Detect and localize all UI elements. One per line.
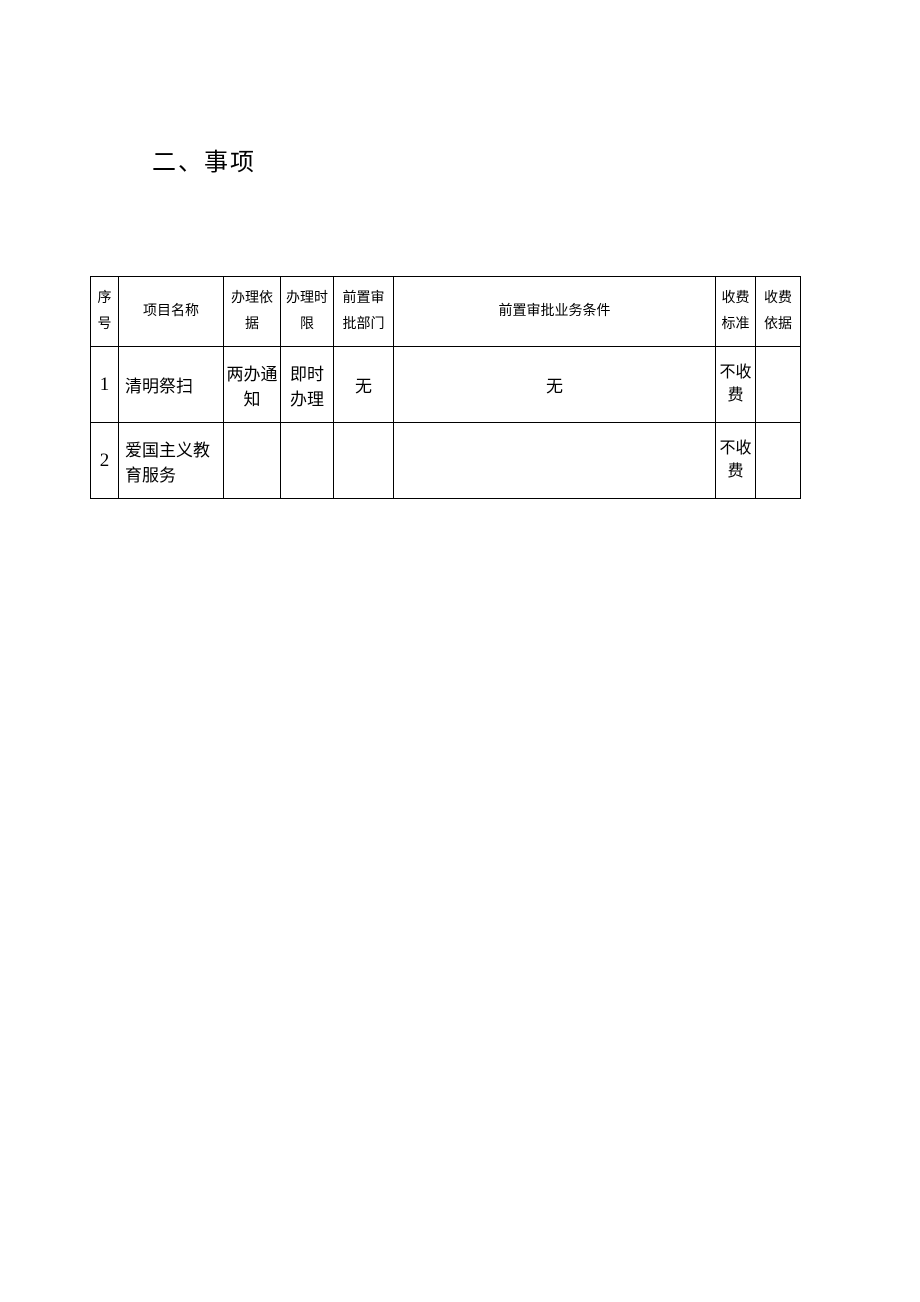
- cell-basis-text: 两办通知: [227, 365, 278, 409]
- header-predept-text: 前置审批部门: [343, 291, 385, 331]
- cell-deadline: 即时办理: [281, 347, 334, 423]
- header-basis: 办理依据: [224, 277, 281, 347]
- cell-name-text: 清明祭扫: [125, 377, 193, 396]
- cell-name-text: 爱国主义教育服务: [125, 441, 210, 485]
- cell-seq-text: 1: [100, 374, 110, 395]
- table-row: 1 清明祭扫 两办通知 即时办理 无 无 不收费: [91, 347, 801, 423]
- header-predept: 前置审批部门: [334, 277, 394, 347]
- cell-feestd-text: 不收费: [719, 364, 751, 403]
- header-deadline: 办理时限: [281, 277, 334, 347]
- cell-predept-text: 无: [355, 377, 372, 396]
- header-feestd: 收费标准: [716, 277, 756, 347]
- cell-deadline-text: 即时办理: [290, 365, 324, 409]
- section-heading: 二、事项: [152, 142, 256, 177]
- cell-seq-text: 2: [100, 450, 110, 471]
- header-seq: 序号: [91, 277, 119, 347]
- header-feestd-text: 收费标准: [722, 291, 750, 331]
- cell-feebasis: [756, 423, 801, 499]
- cell-basis: [224, 423, 281, 499]
- header-precond-text: 前置审批业务条件: [499, 304, 611, 319]
- cell-basis: 两办通知: [224, 347, 281, 423]
- cell-seq: 1: [91, 347, 119, 423]
- header-seq-text: 序号: [98, 291, 112, 331]
- cell-precond: 无: [394, 347, 716, 423]
- header-name: 项目名称: [119, 277, 224, 347]
- cell-feebasis: [756, 347, 801, 423]
- cell-predept: 无: [334, 347, 394, 423]
- cell-predept: [334, 423, 394, 499]
- cell-precond: [394, 423, 716, 499]
- table-row: 2 爱国主义教育服务 不收费: [91, 423, 801, 499]
- items-table: 序号 项目名称 办理依据 办理时限 前置审批部门 前置审批业务条件 收费标准 收…: [90, 276, 801, 499]
- table-header-row: 序号 项目名称 办理依据 办理时限 前置审批部门 前置审批业务条件 收费标准 收…: [91, 277, 801, 347]
- cell-seq: 2: [91, 423, 119, 499]
- cell-name: 爱国主义教育服务: [119, 423, 224, 499]
- cell-precond-text: 无: [546, 377, 563, 396]
- header-feebasis: 收费依据: [756, 277, 801, 347]
- cell-feestd-text: 不收费: [719, 440, 751, 479]
- cell-feestd: 不收费: [716, 347, 756, 423]
- cell-name: 清明祭扫: [119, 347, 224, 423]
- header-precond: 前置审批业务条件: [394, 277, 716, 347]
- header-basis-text: 办理依据: [231, 291, 273, 331]
- header-deadline-text: 办理时限: [286, 291, 328, 331]
- header-name-text: 项目名称: [143, 304, 199, 319]
- cell-deadline: [281, 423, 334, 499]
- cell-feestd: 不收费: [716, 423, 756, 499]
- header-feebasis-text: 收费依据: [764, 291, 792, 331]
